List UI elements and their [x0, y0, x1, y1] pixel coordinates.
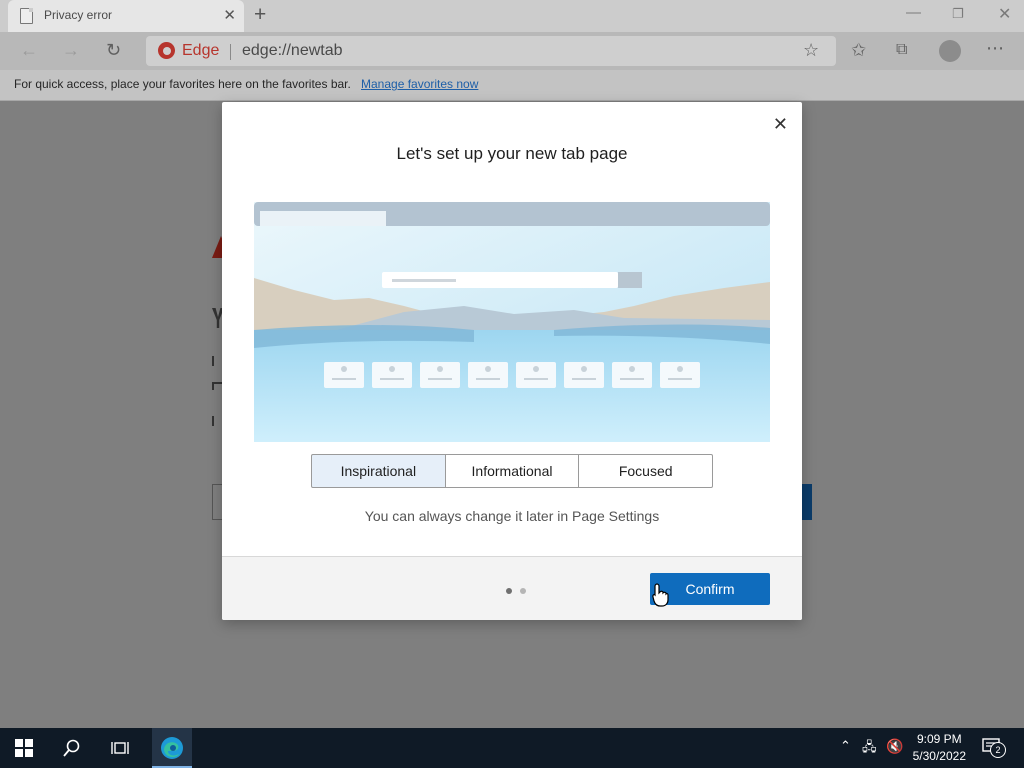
system-clock[interactable]: 9:09 PM 5/30/2022: [913, 731, 966, 765]
search-button[interactable]: [48, 728, 96, 768]
layout-options: Inspirational Informational Focused: [311, 454, 714, 488]
network-icon[interactable]: 🖧: [862, 738, 877, 760]
tab-close-icon[interactable]: ✕: [223, 6, 236, 24]
edge-brand-label: Edge: [182, 42, 220, 59]
clock-time: 9:09 PM: [916, 732, 962, 746]
option-informational[interactable]: Informational: [444, 454, 580, 488]
notification-count-badge: 2: [990, 742, 1006, 758]
favorites-icon[interactable]: ✩: [851, 40, 866, 61]
favorites-bar-message: For quick access, place your favorites h…: [14, 77, 351, 91]
more-menu-icon[interactable]: ⋯: [986, 38, 1004, 59]
forward-icon[interactable]: →: [62, 40, 80, 61]
taskbar: ⌃ 🖧 🔇 9:09 PM 5/30/2022 2: [0, 728, 1024, 768]
option-focused[interactable]: Focused: [578, 454, 714, 488]
hand-cursor-icon: [652, 583, 669, 607]
address-separator: [230, 44, 231, 60]
document-icon: [20, 8, 33, 24]
collections-icon[interactable]: ⧉: [896, 41, 907, 59]
close-window-icon[interactable]: ✕: [998, 4, 1011, 24]
new-tab-setup-dialog: ✕ Let's set up your new tab page Inspira…: [222, 102, 802, 620]
windows-logo-icon: [15, 739, 33, 757]
dialog-title: Let's set up your new tab page: [396, 144, 628, 163]
clock-date: 5/30/2022: [912, 749, 966, 763]
edge-logo-icon: [158, 42, 175, 59]
tray-chevron-icon[interactable]: ⌃: [840, 738, 851, 754]
favorite-star-icon[interactable]: ☆: [803, 40, 819, 61]
browser-tab[interactable]: Privacy error ✕: [8, 0, 244, 32]
manage-favorites-link[interactable]: Manage favorites now: [361, 77, 478, 91]
taskbar-edge-button[interactable]: [152, 728, 192, 768]
back-icon[interactable]: ←: [20, 40, 38, 61]
option-inspirational[interactable]: Inspirational: [311, 454, 446, 488]
search-icon: [63, 739, 80, 757]
volume-muted-icon[interactable]: 🔇: [886, 738, 903, 755]
page-indicator-dot: [520, 588, 526, 594]
notification-center-button[interactable]: 2: [982, 738, 1006, 758]
profile-avatar-icon[interactable]: [939, 40, 961, 62]
restore-icon[interactable]: ❐: [952, 6, 964, 22]
tab-title: Privacy error: [44, 8, 113, 22]
layout-preview-image: [254, 202, 770, 442]
new-tab-button[interactable]: +: [254, 3, 266, 27]
window-controls: — ❐ ✕: [884, 0, 1024, 32]
task-view-button[interactable]: [96, 728, 144, 768]
page-indicator-dot-active: [506, 588, 512, 594]
refresh-icon[interactable]: ↻: [106, 40, 121, 61]
edge-app-icon: [161, 737, 183, 759]
dialog-close-icon[interactable]: ✕: [773, 114, 788, 135]
start-button[interactable]: [0, 728, 48, 768]
settings-hint: You can always change it later in Page S…: [364, 508, 660, 524]
minimize-icon[interactable]: —: [906, 4, 921, 21]
url-text[interactable]: edge://newtab: [242, 42, 343, 60]
task-view-icon: [111, 742, 129, 754]
